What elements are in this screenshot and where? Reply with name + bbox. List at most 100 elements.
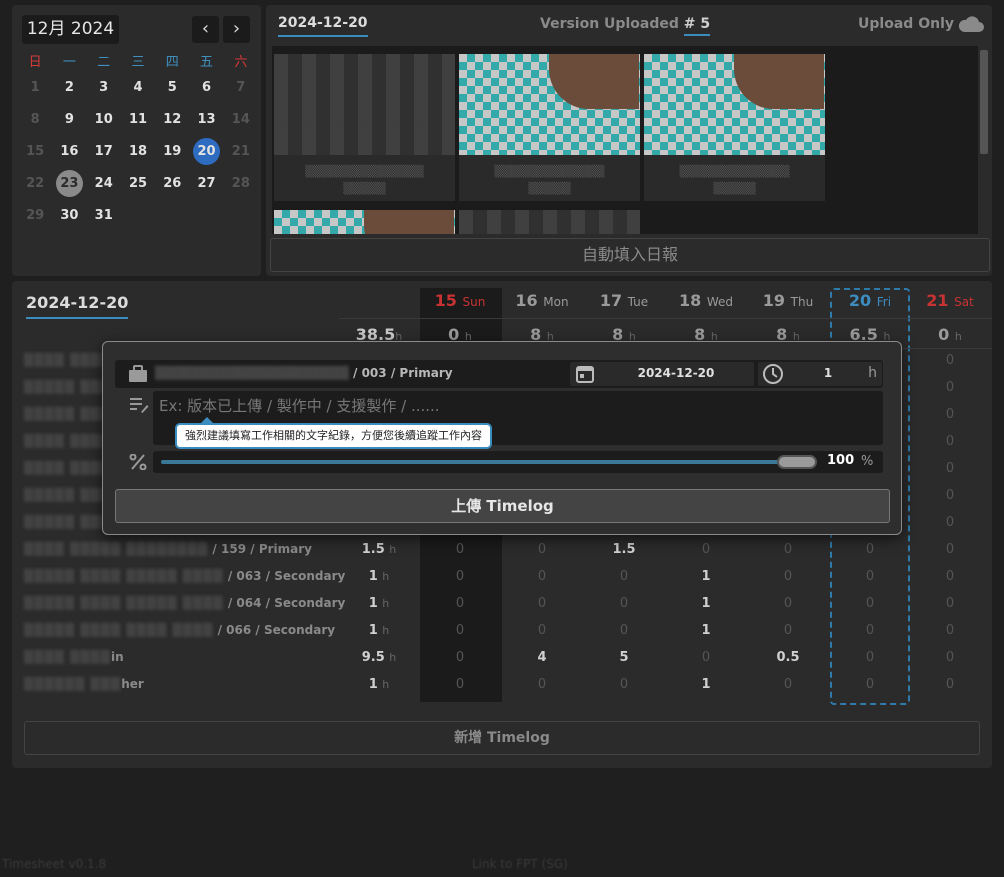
calendar-day[interactable]: 21 [227,138,254,165]
gallery-scrollbar[interactable] [980,50,988,154]
calendar-day[interactable]: 3 [90,74,117,101]
calendar-day[interactable]: 14 [227,106,254,133]
calendar-day-cell[interactable]: 16 [52,138,86,165]
calendar-day-cell[interactable]: 20 [189,137,223,165]
calendar-day[interactable]: 16 [56,138,83,165]
hour-cell[interactable]: 0 [748,623,828,638]
hour-cell[interactable]: 0 [910,677,990,692]
calendar-day-cell[interactable]: 7 [224,74,258,101]
hour-cell[interactable]: 0 [502,542,582,557]
calendar-day[interactable]: 6 [193,74,220,101]
calendar-day[interactable]: 12 [159,106,186,133]
timelog-row[interactable]: ▒▒▒▒▒ ▒▒▒▒ ▒▒▒▒▒ ▒▒▒▒ / 064 / Secondary 1… [12,592,992,619]
prev-month-button[interactable]: ‹ [192,16,219,43]
progress-slider-thumb[interactable] [777,455,817,469]
calendar-day[interactable]: 19 [159,138,186,165]
calendar-day-cell[interactable]: 12 [155,106,189,133]
day-header[interactable]: 18 Wed [666,291,746,310]
thumbnail-item[interactable] [274,210,455,234]
calendar-day-cell[interactable]: 15 [18,138,52,165]
date-picker[interactable]: 2024-12-20 [570,362,754,386]
calendar-day-cell[interactable]: 10 [87,106,121,133]
hour-cell[interactable]: 0 [420,569,500,584]
upload-timelog-button[interactable]: 上傳 Timelog [115,489,890,523]
calendar-day-cell[interactable]: 27 [189,170,223,197]
hour-cell[interactable]: 4 [502,650,582,665]
hour-cell[interactable]: 0 [748,596,828,611]
calendar-day-cell[interactable]: 30 [52,202,86,229]
calendar-day[interactable]: 31 [90,202,117,229]
hour-cell[interactable]: 0 [666,542,746,557]
hour-cell[interactable]: 0 [420,623,500,638]
hour-cell[interactable]: 0 [748,677,828,692]
hour-cell[interactable]: 0 [748,569,828,584]
thumbnail-item[interactable]: ▒▒▒▒▒▒▒▒▒▒▒▒▒ ▒▒▒▒▒ [644,54,825,201]
hour-cell[interactable]: 0 [584,623,664,638]
timelog-row[interactable]: ▒▒▒▒ ▒▒▒▒▒ ▒▒▒▒▒▒▒▒ / 159 / Primary 1.5 h… [12,538,992,565]
calendar-day-cell[interactable]: 28 [224,170,258,197]
auto-fill-report-button[interactable]: 自動填入日報 [270,238,990,272]
hour-cell[interactable]: 0 [910,650,990,665]
hour-cell[interactable]: 0 [910,488,990,503]
day-header[interactable]: 19 Thu [748,291,828,310]
hour-cell[interactable]: 0 [910,353,990,368]
footer-link[interactable]: Link to FPT (SG) [472,857,568,871]
calendar-day[interactable]: 27 [193,170,220,197]
calendar-day-cell[interactable]: 3 [87,74,121,101]
day-header[interactable]: 21 Sat [910,291,990,310]
hour-cell[interactable]: 0 [830,596,910,611]
hour-cell[interactable]: 0 [584,677,664,692]
calendar-day[interactable]: 26 [159,170,186,197]
add-timelog-button[interactable]: 新增 Timelog [24,721,980,755]
hour-cell[interactable]: 0 [584,569,664,584]
hour-cell[interactable]: 0 [420,650,500,665]
calendar-day-cell[interactable]: 21 [224,138,258,165]
calendar-day[interactable]: 18 [124,138,151,165]
calendar-day-cell[interactable]: 11 [121,106,155,133]
calendar-day[interactable]: 25 [124,170,151,197]
calendar-day[interactable]: 5 [159,74,186,101]
hour-cell[interactable]: 0 [830,650,910,665]
hour-cell[interactable]: 0 [748,542,828,557]
calendar-day[interactable]: 7 [227,74,254,101]
calendar-day-cell[interactable]: 8 [18,106,52,133]
hour-cell[interactable]: 0 [502,596,582,611]
calendar-day[interactable]: 22 [22,170,49,197]
calendar-day-cell[interactable]: 22 [18,170,52,197]
calendar-day-cell[interactable]: 23 [52,169,86,197]
calendar-day-cell[interactable]: 6 [189,74,223,101]
hour-cell[interactable]: 0 [420,677,500,692]
hours-input[interactable]: 1 h [758,362,882,386]
day-header[interactable]: 15 Sun [420,291,500,310]
calendar-day-cell[interactable]: 1 [18,74,52,101]
calendar-day[interactable]: 28 [227,170,254,197]
thumbnail-gallery[interactable]: ▒▒▒▒▒▒▒▒▒▒▒▒▒▒ ▒▒▒▒▒ ▒▒▒▒▒▒▒▒▒▒▒▒▒ ▒▒▒▒▒ ▒… [272,46,978,234]
hour-cell[interactable]: 0.5 [748,650,828,665]
upload-only-toggle[interactable]: Upload Only [858,15,984,33]
hour-cell[interactable]: 0 [502,623,582,638]
calendar-day-cell[interactable]: 26 [155,170,189,197]
hour-cell[interactable]: 0 [910,596,990,611]
calendar-day[interactable]: 8 [22,106,49,133]
calendar-day-cell[interactable]: 4 [121,74,155,101]
hour-cell[interactable]: 0 [910,461,990,476]
hour-cell[interactable]: 0 [910,380,990,395]
calendar-day[interactable]: 30 [56,202,83,229]
hour-cell[interactable]: 0 [910,623,990,638]
calendar-day-cell[interactable]: 2 [52,74,86,101]
calendar-day[interactable]: 1 [22,74,49,101]
calendar-day[interactable]: 20 [193,137,221,165]
hour-cell[interactable]: 1 [666,677,746,692]
calendar-day[interactable]: 29 [22,202,49,229]
calendar-day-cell[interactable]: 31 [87,202,121,229]
progress-slider-track[interactable] [161,460,815,464]
timelog-row[interactable]: ▒▒▒▒ ▒▒▒▒in 9.5 h 0 4 5 0 0.5 0 0 [12,646,992,673]
hour-cell[interactable]: 0 [584,596,664,611]
hour-cell[interactable]: 0 [420,542,500,557]
calendar-day-cell[interactable]: 19 [155,138,189,165]
thumbnail-item[interactable]: ▒▒▒▒▒▒▒▒▒▒▒▒▒ ▒▒▒▒▒ [459,54,640,201]
hour-cell[interactable]: 5 [584,650,664,665]
timelog-row[interactable]: ▒▒▒▒▒ ▒▒▒▒ ▒▒▒▒ ▒▒▒▒ / 066 / Secondary 1 … [12,619,992,646]
calendar-day-cell[interactable]: 29 [18,202,52,229]
calendar-day-cell[interactable]: 25 [121,170,155,197]
